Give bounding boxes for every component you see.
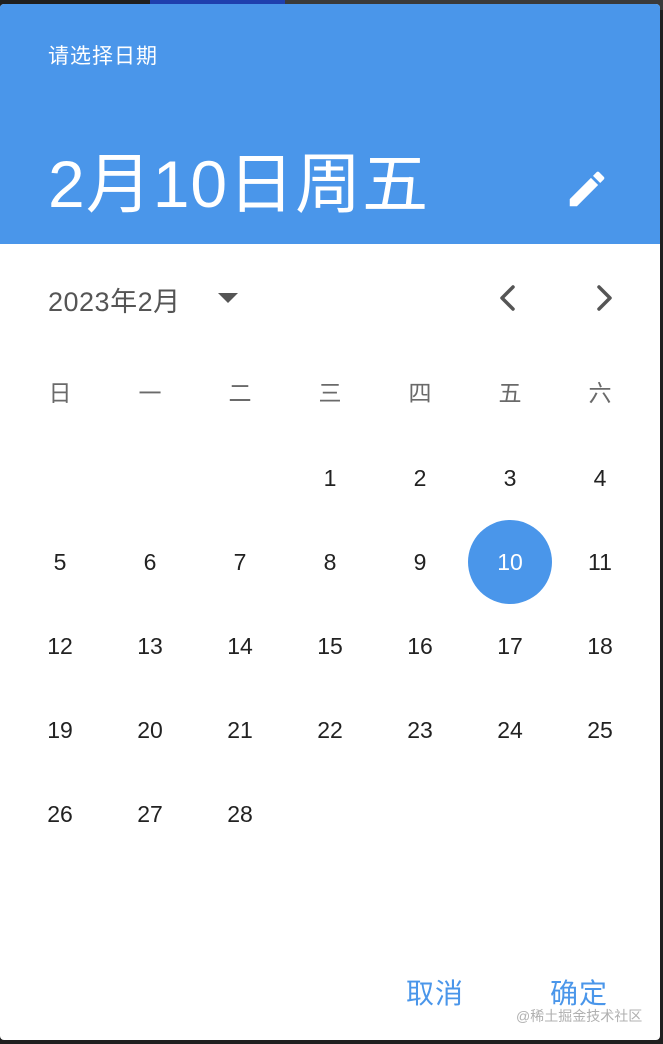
calendar-empty-cell bbox=[285, 772, 375, 856]
calendar-day-label: 6 bbox=[143, 549, 157, 575]
calendar-day[interactable]: 21 bbox=[195, 688, 285, 772]
calendar-day[interactable]: 23 bbox=[375, 688, 465, 772]
calendar-day-label: 3 bbox=[503, 465, 517, 491]
calendar-day-grid: 1 2 3 4 5 6 7 8 9 10 11 12 13 14 15 16 17 18 19 20 21 22 23 24 2… bbox=[15, 436, 645, 856]
calendar-day-label: 19 bbox=[47, 717, 73, 743]
calendar-day-label: 20 bbox=[137, 717, 163, 743]
weekday-tue: 二 bbox=[228, 380, 252, 406]
calendar-day-label: 8 bbox=[323, 549, 337, 575]
calendar-day-label: 17 bbox=[497, 633, 523, 659]
calendar-empty-cell bbox=[555, 772, 645, 856]
calendar-empty-cell bbox=[195, 436, 285, 520]
weekday-sat: 六 bbox=[588, 380, 612, 406]
calendar-day[interactable]: 11 bbox=[555, 520, 645, 604]
selected-date-headline: 2月10日周五 bbox=[48, 147, 430, 221]
calendar-day-label: 4 bbox=[593, 465, 607, 491]
calendar-day-label: 18 bbox=[587, 633, 613, 659]
weekday-thu: 四 bbox=[408, 380, 432, 406]
calendar-day[interactable]: 9 bbox=[375, 520, 465, 604]
watermark: @稀土掘金技术社区 bbox=[516, 1008, 643, 1024]
calendar-day[interactable]: 27 bbox=[105, 772, 195, 856]
calendar-day[interactable]: 3 bbox=[465, 436, 555, 520]
cancel-button[interactable]: 取消 bbox=[406, 972, 464, 1012]
calendar-day-label: 10 bbox=[497, 549, 523, 575]
calendar-day[interactable]: 28 bbox=[195, 772, 285, 856]
weekday-sun: 日 bbox=[48, 380, 72, 406]
chevron-right-icon bbox=[597, 285, 612, 311]
next-month-button[interactable] bbox=[584, 278, 624, 318]
calendar-day-label: 12 bbox=[47, 633, 73, 659]
month-navigation: 2023年2月 bbox=[0, 266, 660, 326]
calendar-day-label: 26 bbox=[47, 801, 73, 827]
chevron-left-icon bbox=[500, 285, 515, 311]
calendar-day-label: 22 bbox=[317, 717, 343, 743]
date-picker-dialog: 请选择日期 2月10日周五 2023年2月 日 一 二 三 四 五 六 1 2 … bbox=[0, 4, 660, 1040]
calendar-day-label: 1 bbox=[323, 465, 337, 491]
calendar-day-label: 28 bbox=[227, 801, 253, 827]
calendar-empty-cell bbox=[375, 772, 465, 856]
weekday-header-row: 日 一 二 三 四 五 六 bbox=[15, 368, 645, 418]
calendar-day[interactable]: 13 bbox=[105, 604, 195, 688]
calendar-day-label: 14 bbox=[227, 633, 253, 659]
pencil-icon bbox=[569, 171, 605, 207]
calendar-day[interactable]: 19 bbox=[15, 688, 105, 772]
calendar-day[interactable]: 15 bbox=[285, 604, 375, 688]
calendar-day[interactable]: 7 bbox=[195, 520, 285, 604]
calendar-day[interactable]: 16 bbox=[375, 604, 465, 688]
calendar-day-label: 15 bbox=[317, 633, 343, 659]
calendar-day-label: 25 bbox=[587, 717, 613, 743]
calendar-day[interactable]: 20 bbox=[105, 688, 195, 772]
weekday-mon: 一 bbox=[138, 380, 162, 406]
previous-month-button[interactable] bbox=[488, 278, 528, 318]
calendar-empty-cell bbox=[465, 772, 555, 856]
calendar-day-label: 21 bbox=[227, 717, 253, 743]
calendar-day[interactable]: 17 bbox=[465, 604, 555, 688]
calendar-day-label: 27 bbox=[137, 801, 163, 827]
calendar-day[interactable]: 1 bbox=[285, 436, 375, 520]
weekday-wed: 三 bbox=[318, 380, 342, 406]
calendar-day[interactable]: 12 bbox=[15, 604, 105, 688]
date-picker-header: 请选择日期 2月10日周五 bbox=[0, 4, 660, 244]
calendar-empty-cell bbox=[15, 436, 105, 520]
calendar-day-label: 9 bbox=[413, 549, 427, 575]
calendar-day-label: 13 bbox=[137, 633, 163, 659]
calendar-day[interactable]: 18 bbox=[555, 604, 645, 688]
calendar-day[interactable]: 22 bbox=[285, 688, 375, 772]
calendar-day-label: 5 bbox=[53, 549, 67, 575]
month-dropdown-button[interactable] bbox=[214, 288, 242, 308]
month-year-label[interactable]: 2023年2月 bbox=[48, 280, 181, 319]
calendar-day[interactable]: 2 bbox=[375, 436, 465, 520]
calendar-day-label: 24 bbox=[497, 717, 523, 743]
calendar-day-label: 7 bbox=[233, 549, 247, 575]
calendar-day[interactable]: 25 bbox=[555, 688, 645, 772]
calendar-day-label: 2 bbox=[413, 465, 427, 491]
calendar-day[interactable]: 4 bbox=[555, 436, 645, 520]
calendar-day[interactable]: 5 bbox=[15, 520, 105, 604]
calendar-empty-cell bbox=[105, 436, 195, 520]
caret-down-icon bbox=[218, 293, 238, 303]
calendar-day[interactable]: 26 bbox=[15, 772, 105, 856]
calendar-day[interactable]: 24 bbox=[465, 688, 555, 772]
help-text: 请选择日期 bbox=[48, 45, 158, 68]
calendar-day[interactable]: 6 bbox=[105, 520, 195, 604]
weekday-fri: 五 bbox=[498, 380, 522, 406]
calendar-day[interactable]: 8 bbox=[285, 520, 375, 604]
edit-button[interactable] bbox=[564, 166, 610, 212]
calendar-day-selected[interactable]: 10 bbox=[465, 520, 555, 604]
calendar-day-label: 23 bbox=[407, 717, 433, 743]
calendar-day[interactable]: 14 bbox=[195, 604, 285, 688]
calendar-day-label: 11 bbox=[588, 549, 612, 575]
calendar-day-label: 16 bbox=[407, 633, 433, 659]
